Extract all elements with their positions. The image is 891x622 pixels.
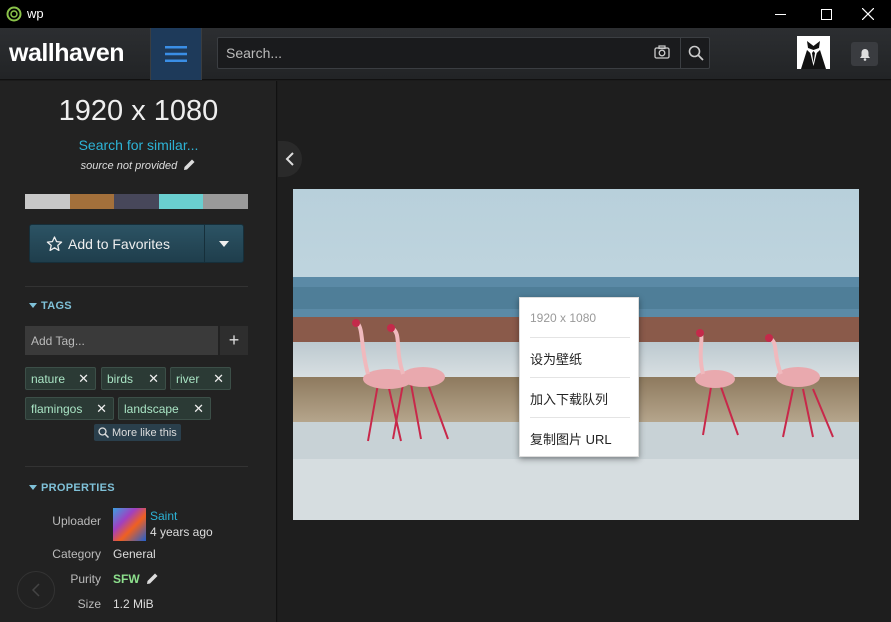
tag-chip[interactable]: river ✕ [170, 367, 231, 390]
remove-tag-icon[interactable]: ✕ [78, 371, 89, 387]
purity-value: SFW [113, 572, 159, 586]
properties-section-toggle[interactable]: PROPERTIES [29, 482, 115, 494]
chevron-left-icon [31, 583, 40, 597]
tag-chip[interactable]: nature ✕ [25, 367, 96, 390]
search-button[interactable] [680, 38, 710, 68]
context-menu: 1920 x 1080 设为壁纸 加入下载队列 复制图片 URL [519, 297, 639, 457]
favorites-label: Add to Favorites [68, 235, 170, 252]
caret-down-icon [219, 240, 229, 247]
menu-item-set-wallpaper[interactable]: 设为壁纸 [520, 338, 638, 378]
more-like-label: More like this [112, 426, 177, 439]
pencil-icon[interactable] [183, 158, 196, 171]
remove-tag-icon[interactable]: ✕ [193, 401, 204, 417]
palette-swatch[interactable] [25, 194, 70, 209]
source-text: source not provided [80, 160, 178, 172]
tags-title: TAGS [41, 300, 72, 312]
tag-label: landscape [124, 401, 179, 416]
maximize-button[interactable] [803, 0, 849, 28]
collapse-caret-icon [29, 303, 37, 308]
close-button[interactable] [845, 0, 891, 28]
context-menu-header: 1920 x 1080 [530, 311, 597, 325]
menu-item-copy-image-url[interactable]: 复制图片 URL [520, 418, 638, 458]
uploader-name-link[interactable]: Saint [150, 509, 177, 523]
category-label: Category [52, 547, 101, 561]
hamburger-icon [165, 46, 187, 62]
more-like-this-button[interactable]: More like this [94, 424, 181, 441]
tag-label: birds [107, 371, 134, 386]
pencil-icon[interactable] [146, 572, 159, 585]
divider [25, 286, 248, 287]
uploader-label: Uploader [52, 514, 101, 528]
site-header: wallhaven [0, 28, 891, 80]
maximize-icon [820, 8, 832, 20]
size-value: 1.2 MiB [113, 597, 154, 611]
color-palette [25, 194, 248, 209]
tag-label: nature [31, 371, 66, 386]
palette-swatch[interactable] [203, 194, 248, 209]
menu-button[interactable] [150, 28, 202, 80]
collapse-caret-icon [29, 485, 37, 490]
uploader-avatar[interactable] [113, 508, 146, 541]
properties-title: PROPERTIES [41, 482, 115, 494]
wallpaper-sidebar: 1920 x 1080 Search for similar... source… [0, 81, 277, 622]
remove-tag-icon[interactable]: ✕ [148, 371, 159, 387]
palette-swatch[interactable] [114, 194, 159, 209]
app-icon [6, 6, 22, 22]
tag-chip[interactable]: flamingos ✕ [25, 397, 114, 420]
chevron-left-icon [285, 152, 294, 166]
window-titlebar: wp [0, 0, 891, 28]
palette-swatch[interactable] [69, 194, 115, 209]
bell-icon [859, 48, 870, 61]
close-icon [862, 8, 874, 20]
tag-chip[interactable]: landscape ✕ [118, 397, 211, 420]
search-icon [688, 45, 704, 61]
menu-item-add-download-queue[interactable]: 加入下载队列 [520, 378, 638, 418]
site-logo[interactable]: wallhaven [9, 39, 125, 68]
add-to-favorites-button[interactable]: Add to Favorites [29, 224, 205, 263]
minimize-icon [774, 13, 786, 15]
window-title: wp [27, 6, 44, 21]
add-tag-input[interactable] [25, 326, 218, 355]
favorites-dropdown-button[interactable] [204, 224, 244, 263]
minimize-button[interactable] [757, 0, 803, 28]
star-icon [46, 235, 63, 251]
camera-icon[interactable] [654, 45, 670, 64]
tag-label: flamingos [31, 401, 83, 416]
upload-time: 4 years ago [150, 525, 213, 539]
remove-tag-icon[interactable]: ✕ [213, 371, 224, 387]
search-icon [98, 427, 109, 438]
collapse-sidebar-button[interactable] [278, 141, 302, 177]
tags-section-toggle[interactable]: TAGS [29, 300, 72, 312]
search-bar [217, 37, 710, 69]
search-similar-link[interactable]: Search for similar... [0, 137, 277, 153]
add-tag-button[interactable]: + [220, 326, 248, 355]
source-info: source not provided [0, 158, 277, 172]
purity-text: SFW [113, 572, 140, 586]
resolution-heading: 1920 x 1080 [58, 95, 219, 127]
remove-tag-icon[interactable]: ✕ [96, 401, 107, 417]
divider [25, 466, 248, 467]
tag-label: river [176, 371, 200, 386]
notifications-button[interactable] [851, 42, 878, 66]
user-avatar[interactable] [797, 36, 830, 69]
category-value: General [113, 547, 156, 561]
palette-swatch[interactable] [158, 194, 204, 209]
tag-chip[interactable]: birds ✕ [101, 367, 166, 390]
search-input[interactable] [226, 38, 646, 68]
back-button[interactable] [17, 571, 55, 609]
